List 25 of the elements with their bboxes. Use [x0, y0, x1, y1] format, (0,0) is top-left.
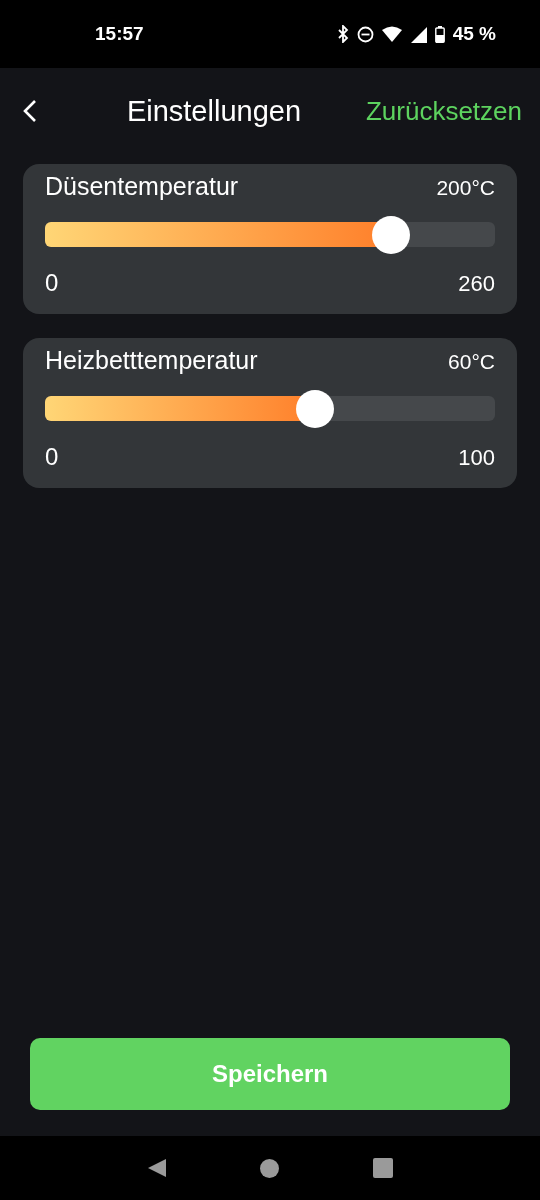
- min-value: 0: [45, 269, 59, 297]
- home-nav-icon[interactable]: [260, 1158, 280, 1178]
- temperature-value: 60°C: [448, 350, 495, 374]
- signal-icon: [409, 25, 427, 43]
- recents-nav-icon[interactable]: [373, 1158, 394, 1178]
- slider-track[interactable]: [45, 390, 495, 428]
- reset-link[interactable]: Zurücksetzen: [365, 95, 522, 127]
- slider-label: Düsentemperatur: [45, 172, 239, 201]
- temperature-value: 200°C: [436, 176, 495, 200]
- back-icon: [22, 98, 38, 124]
- page-title: Einstellungen: [125, 94, 303, 128]
- clock: 15:57: [95, 23, 145, 45]
- back-nav-icon[interactable]: [146, 1158, 167, 1178]
- slider-label: Heizbetttemperatur: [45, 346, 258, 375]
- do-not-disturb-icon: [356, 25, 374, 43]
- slider-thumb[interactable]: [296, 390, 334, 428]
- wifi-icon: [381, 26, 402, 42]
- battery-percentage: 45 %: [452, 23, 496, 45]
- max-value: 100: [458, 445, 495, 471]
- bluetooth-icon: [336, 25, 349, 43]
- min-value: 0: [45, 443, 59, 471]
- slider-thumb[interactable]: [372, 216, 411, 254]
- battery-icon: [434, 25, 445, 43]
- slider-track[interactable]: [45, 216, 495, 254]
- max-value: 260: [458, 271, 495, 297]
